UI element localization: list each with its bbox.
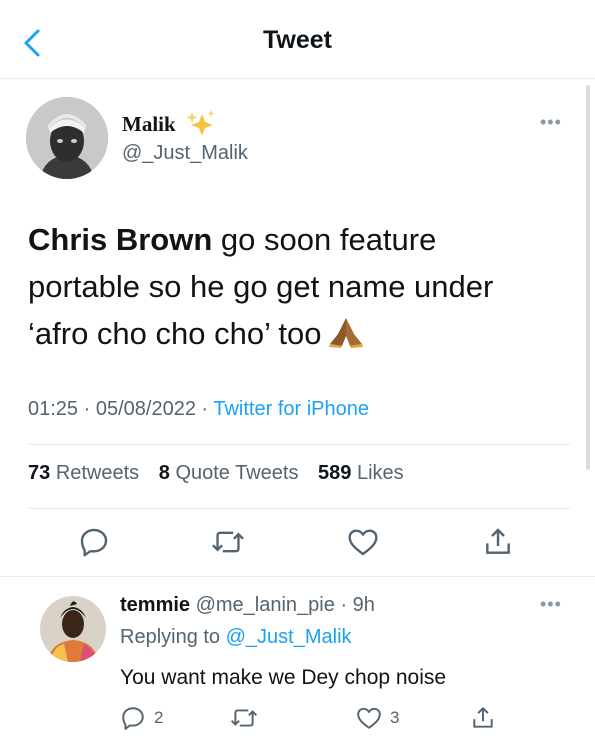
divider bbox=[28, 444, 570, 445]
reply-like-count: 3 bbox=[390, 708, 400, 727]
tweet-date: 05/08/2022 bbox=[95, 398, 196, 420]
reply-like-button[interactable]: 3 bbox=[356, 705, 399, 731]
reply-more-options-icon[interactable]: ••• bbox=[540, 594, 562, 615]
quote-tweets-stat[interactable]: 8 Quote Tweets bbox=[159, 462, 299, 484]
likes-stat[interactable]: 589 Likes bbox=[318, 462, 404, 484]
reply-icon bbox=[122, 707, 144, 730]
author-name[interactable]: Malik bbox=[122, 112, 176, 137]
reply-text: You want make we Dey chop noise bbox=[120, 666, 447, 689]
reply-avatar[interactable] bbox=[40, 596, 106, 662]
folded-hands-icon bbox=[328, 318, 363, 348]
retweet-icon[interactable] bbox=[211, 526, 245, 558]
tweet-text: Chris Brown go soon feature portable so … bbox=[28, 216, 568, 357]
tweet-text-bold: Chris Brown bbox=[28, 222, 213, 257]
reply-share-button[interactable] bbox=[470, 705, 504, 731]
tweet-time: 01:25 bbox=[28, 398, 79, 420]
share-icon[interactable] bbox=[482, 526, 514, 558]
divider bbox=[0, 576, 595, 577]
tweet-text-line2: portable so he go get name under bbox=[28, 269, 494, 304]
page-title: Tweet bbox=[263, 26, 332, 54]
retweets-stat[interactable]: 73 Retweets bbox=[28, 462, 139, 484]
tweet-source-link[interactable]: Twitter for iPhone bbox=[213, 398, 369, 420]
divider bbox=[28, 508, 570, 509]
tweet-text-line3: ‘afro cho cho cho’ too bbox=[28, 316, 322, 351]
author-avatar[interactable] bbox=[26, 97, 108, 179]
reply-retweet-button[interactable] bbox=[230, 705, 266, 731]
reply-time: 9h bbox=[352, 594, 375, 616]
share-icon bbox=[473, 706, 493, 728]
scrollbar[interactable] bbox=[586, 85, 590, 470]
like-icon[interactable] bbox=[347, 526, 379, 558]
sparkles-icon bbox=[186, 110, 215, 136]
tweet-stats: 73 Retweets 8 Quote Tweets 589 Likes bbox=[28, 462, 418, 485]
retweet-icon bbox=[230, 709, 258, 727]
top-bar: Tweet bbox=[0, 0, 595, 79]
reply-header: temmie @me_lanin_pie · 9h bbox=[120, 594, 375, 616]
reply-author-handle[interactable]: @me_lanin_pie bbox=[196, 594, 335, 616]
reply-icon[interactable] bbox=[78, 526, 110, 558]
replying-to-handle[interactable]: @_Just_Malik bbox=[226, 626, 352, 648]
more-options-icon[interactable]: ••• bbox=[540, 112, 562, 133]
reply-reply-button[interactable]: 2 bbox=[120, 705, 163, 731]
author-handle[interactable]: @_Just_Malik bbox=[122, 142, 248, 165]
tweet-text-line1: go soon feature bbox=[212, 222, 437, 257]
replying-to: Replying to @_Just_Malik bbox=[120, 626, 352, 648]
reply-reply-count: 2 bbox=[154, 708, 164, 727]
tweet-meta: 01:25 · 05/08/2022 · Twitter for iPhone bbox=[28, 398, 369, 420]
like-icon bbox=[357, 707, 381, 729]
reply-author-name[interactable]: temmie bbox=[120, 594, 190, 616]
